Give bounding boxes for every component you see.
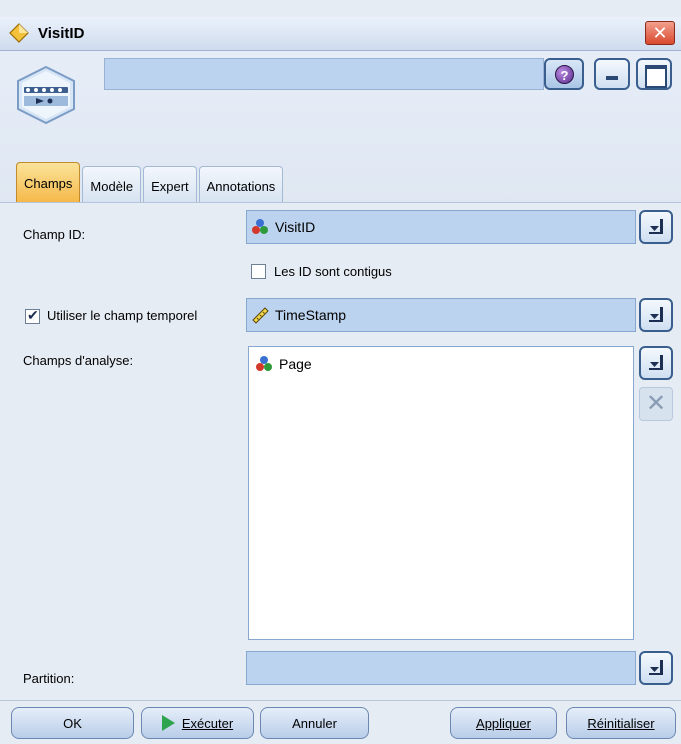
analysis-fields-list[interactable]: Page bbox=[248, 346, 634, 640]
remove-field-button[interactable]: ✕ bbox=[639, 387, 673, 421]
analysis-fields-picker-button[interactable] bbox=[639, 346, 673, 380]
analysis-fields-label: Champs d'analyse: bbox=[23, 353, 134, 368]
window-title: VisitID bbox=[38, 25, 85, 42]
ok-button[interactable]: OK bbox=[11, 707, 134, 739]
run-label: Exécuter bbox=[181, 715, 234, 731]
time-field-select[interactable]: TimeStamp bbox=[246, 298, 636, 332]
run-button[interactable]: Exécuter bbox=[141, 707, 254, 739]
delete-x-icon: ✕ bbox=[645, 390, 667, 417]
partition-label: Partition: bbox=[23, 671, 75, 686]
contiguous-label: Les ID sont contigus bbox=[274, 264, 392, 279]
list-item[interactable]: Page bbox=[255, 355, 312, 373]
tab-bar: Champs Modèle Expert Annotations bbox=[16, 162, 285, 202]
fields-tab-content: Champ ID: VisitID Les ID sont contigus U… bbox=[0, 202, 681, 700]
cancel-label: Annuler bbox=[292, 715, 337, 731]
apply-button[interactable]: Appliquer bbox=[450, 707, 557, 739]
tab-champs[interactable]: Champs bbox=[16, 162, 81, 202]
time-field-value: TimeStamp bbox=[275, 307, 347, 323]
tab-modele[interactable]: Modèle bbox=[82, 166, 142, 202]
node-diamond-icon bbox=[9, 23, 29, 43]
ok-label: OK bbox=[63, 715, 82, 731]
node-name-field[interactable] bbox=[104, 58, 544, 90]
field-picker-icon bbox=[649, 660, 663, 675]
reset-label: Réinitialiser bbox=[587, 715, 655, 731]
help-button[interactable]: ? bbox=[544, 58, 584, 90]
title-bar: VisitID ✕ bbox=[0, 17, 681, 51]
cancel-button[interactable]: Annuler bbox=[260, 707, 369, 739]
dialog-window: VisitID ✕ ? Champs Modèle Expert Annotat… bbox=[0, 0, 681, 744]
id-field-label: Champ ID: bbox=[23, 227, 86, 242]
field-picker-icon bbox=[649, 219, 663, 234]
close-icon: ✕ bbox=[652, 23, 668, 43]
id-field-select[interactable]: VisitID bbox=[246, 210, 636, 244]
maximize-button[interactable] bbox=[636, 58, 672, 90]
play-icon bbox=[161, 715, 175, 731]
contiguous-checkbox[interactable] bbox=[251, 264, 266, 279]
analysis-field-name: Page bbox=[279, 356, 312, 372]
field-picker-icon bbox=[649, 307, 663, 322]
tab-expert[interactable]: Expert bbox=[143, 166, 197, 202]
nominal-field-icon bbox=[252, 219, 268, 234]
partition-picker-button[interactable] bbox=[639, 651, 673, 685]
time-field-picker-button[interactable] bbox=[639, 298, 673, 332]
field-picker-icon bbox=[649, 355, 663, 370]
partition-field-select[interactable] bbox=[246, 651, 636, 685]
reset-button[interactable]: Réinitialiser bbox=[566, 707, 676, 739]
close-button[interactable]: ✕ bbox=[645, 21, 675, 45]
use-time-field-checkbox[interactable] bbox=[25, 307, 40, 324]
id-field-value: VisitID bbox=[275, 219, 316, 235]
ruler-icon bbox=[252, 307, 269, 324]
footer-buttons: OK Exécuter Annuler Appliquer Réinitiali… bbox=[0, 700, 681, 744]
minimize-button[interactable] bbox=[594, 58, 630, 90]
id-field-picker-button[interactable] bbox=[639, 210, 673, 244]
apply-label: Appliquer bbox=[476, 715, 531, 731]
use-time-field-label: Utiliser le champ temporel bbox=[47, 308, 198, 323]
help-icon: ? bbox=[555, 65, 574, 84]
sequence-node-icon bbox=[17, 65, 75, 125]
tab-annotations[interactable]: Annotations bbox=[198, 166, 284, 202]
nominal-field-icon bbox=[256, 356, 272, 371]
